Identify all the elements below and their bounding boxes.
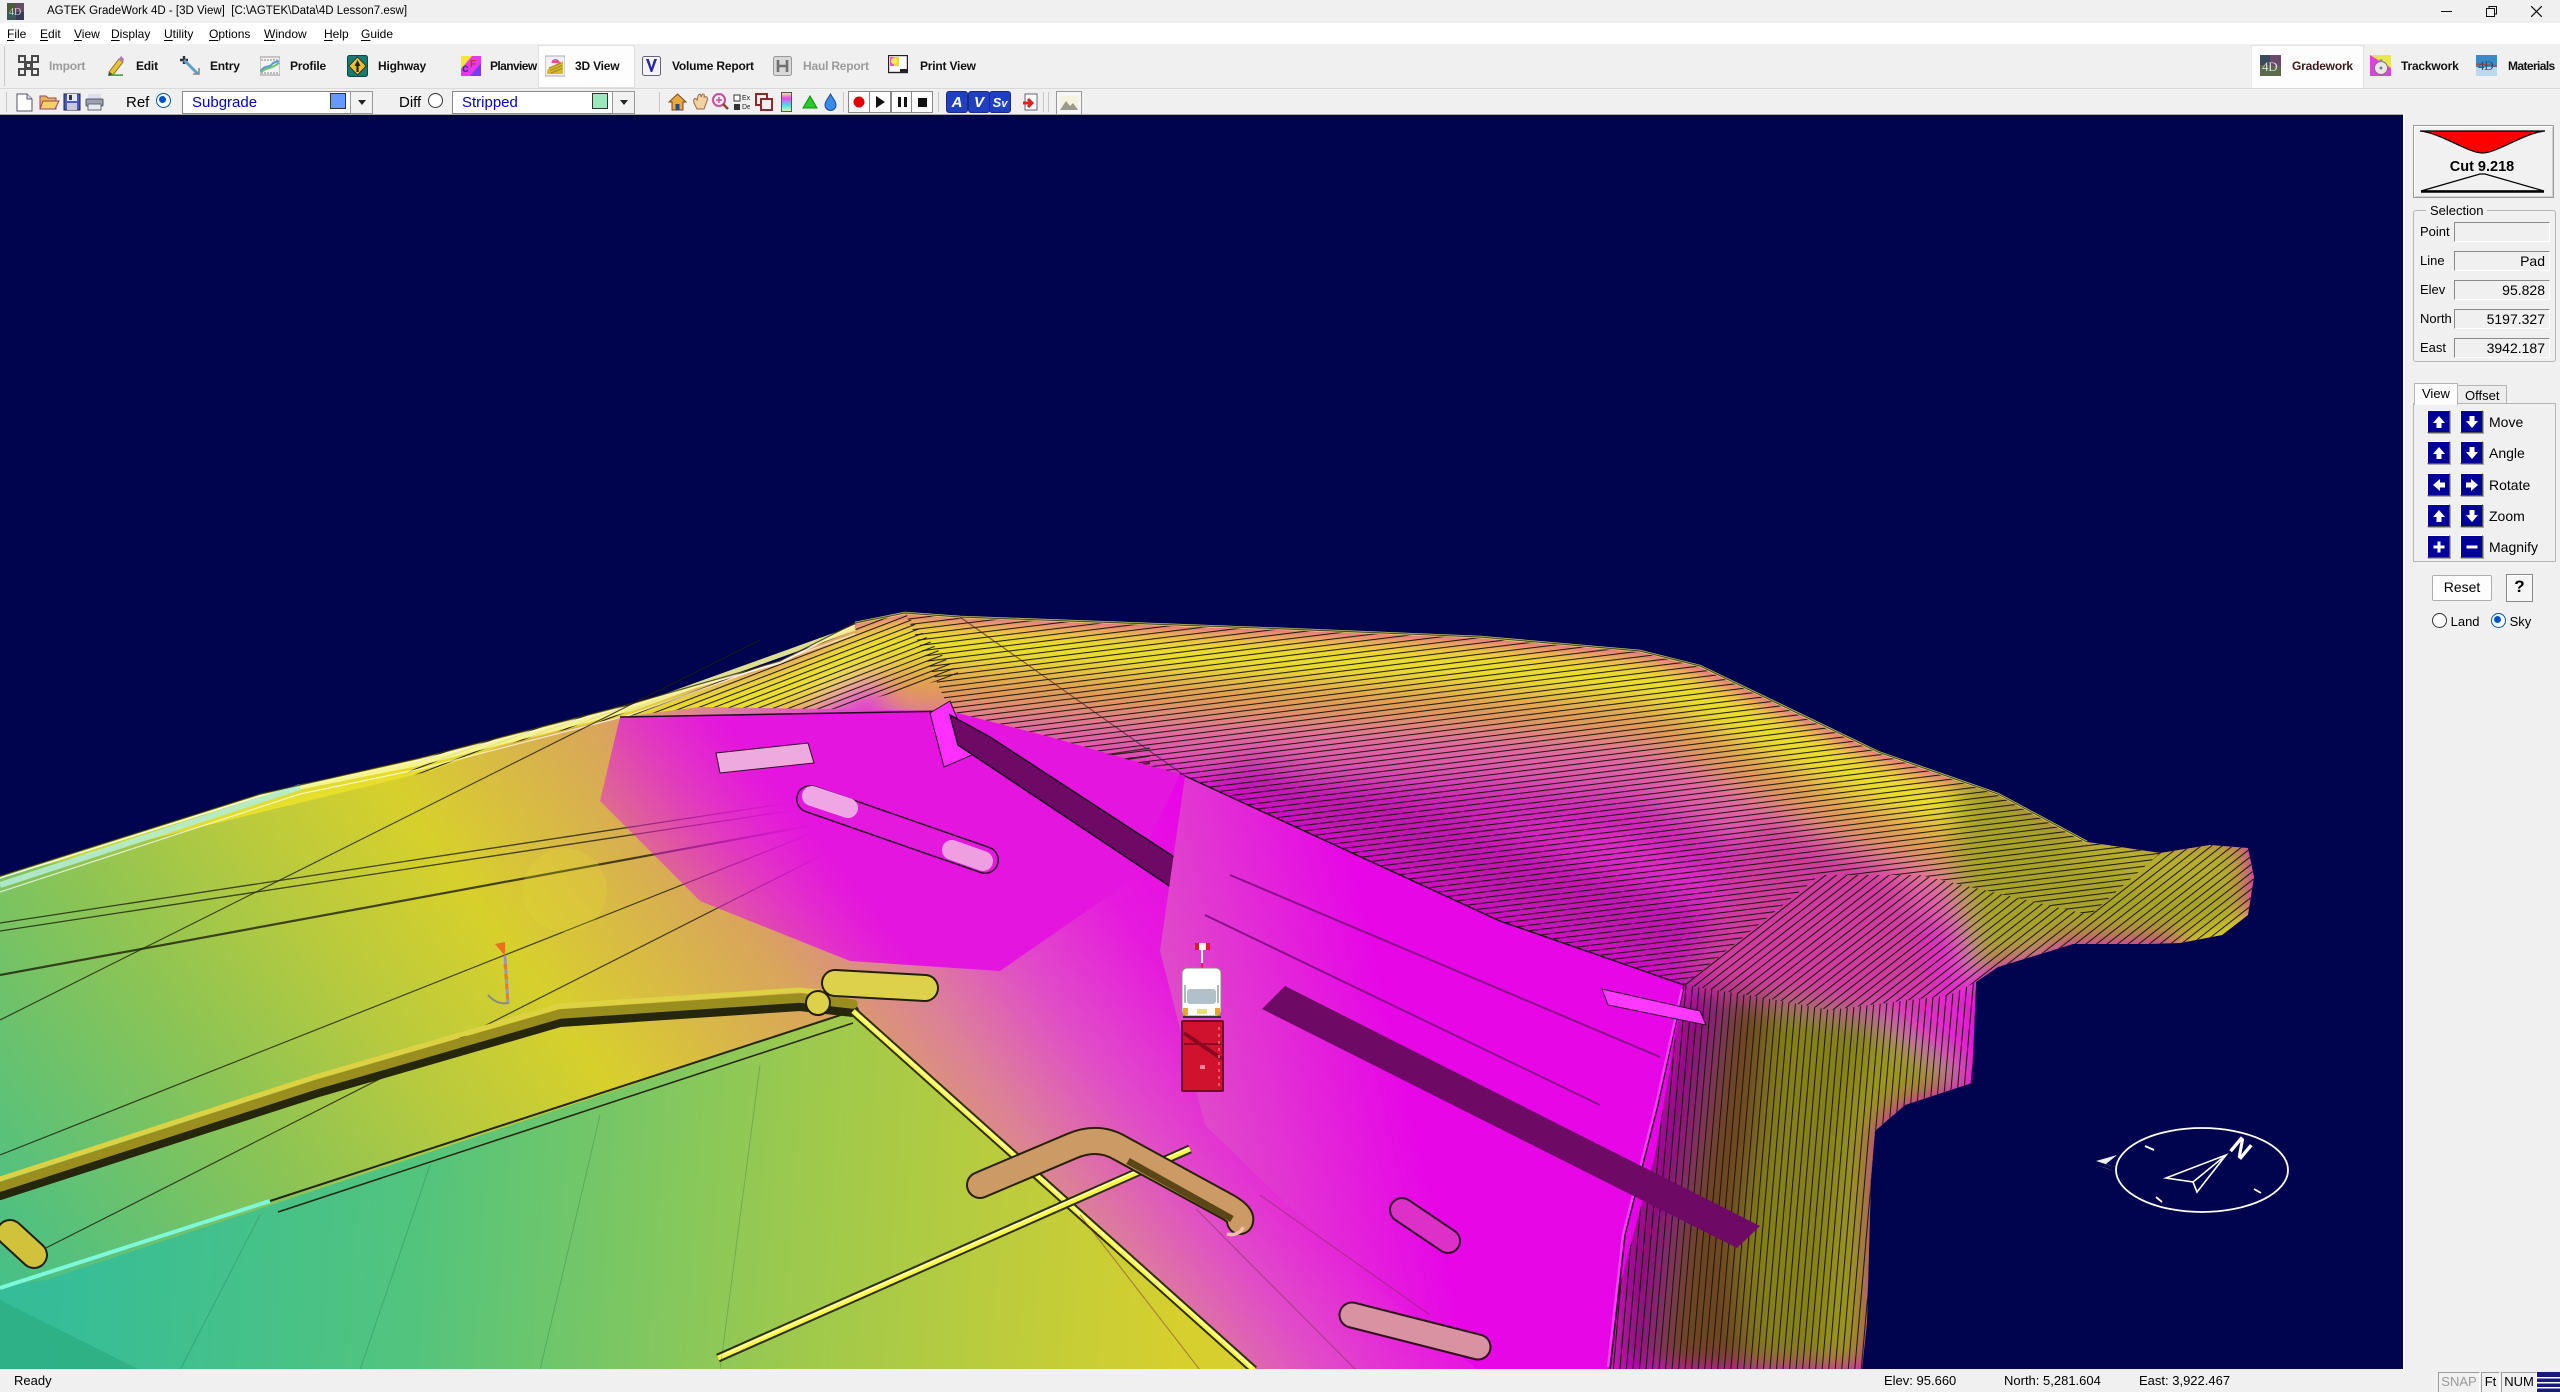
svg-text:Ex: Ex	[742, 95, 750, 102]
svg-text:4D: 4D	[2478, 58, 2494, 73]
svg-text:4D: 4D	[9, 7, 21, 18]
svg-text:F: F	[470, 59, 476, 70]
svg-text:c: c	[462, 61, 469, 75]
svg-text:4D: 4D	[2262, 59, 2278, 74]
svg-text:De: De	[742, 104, 750, 111]
svg-text:Cut 9.218: Cut 9.218	[2450, 159, 2514, 175]
